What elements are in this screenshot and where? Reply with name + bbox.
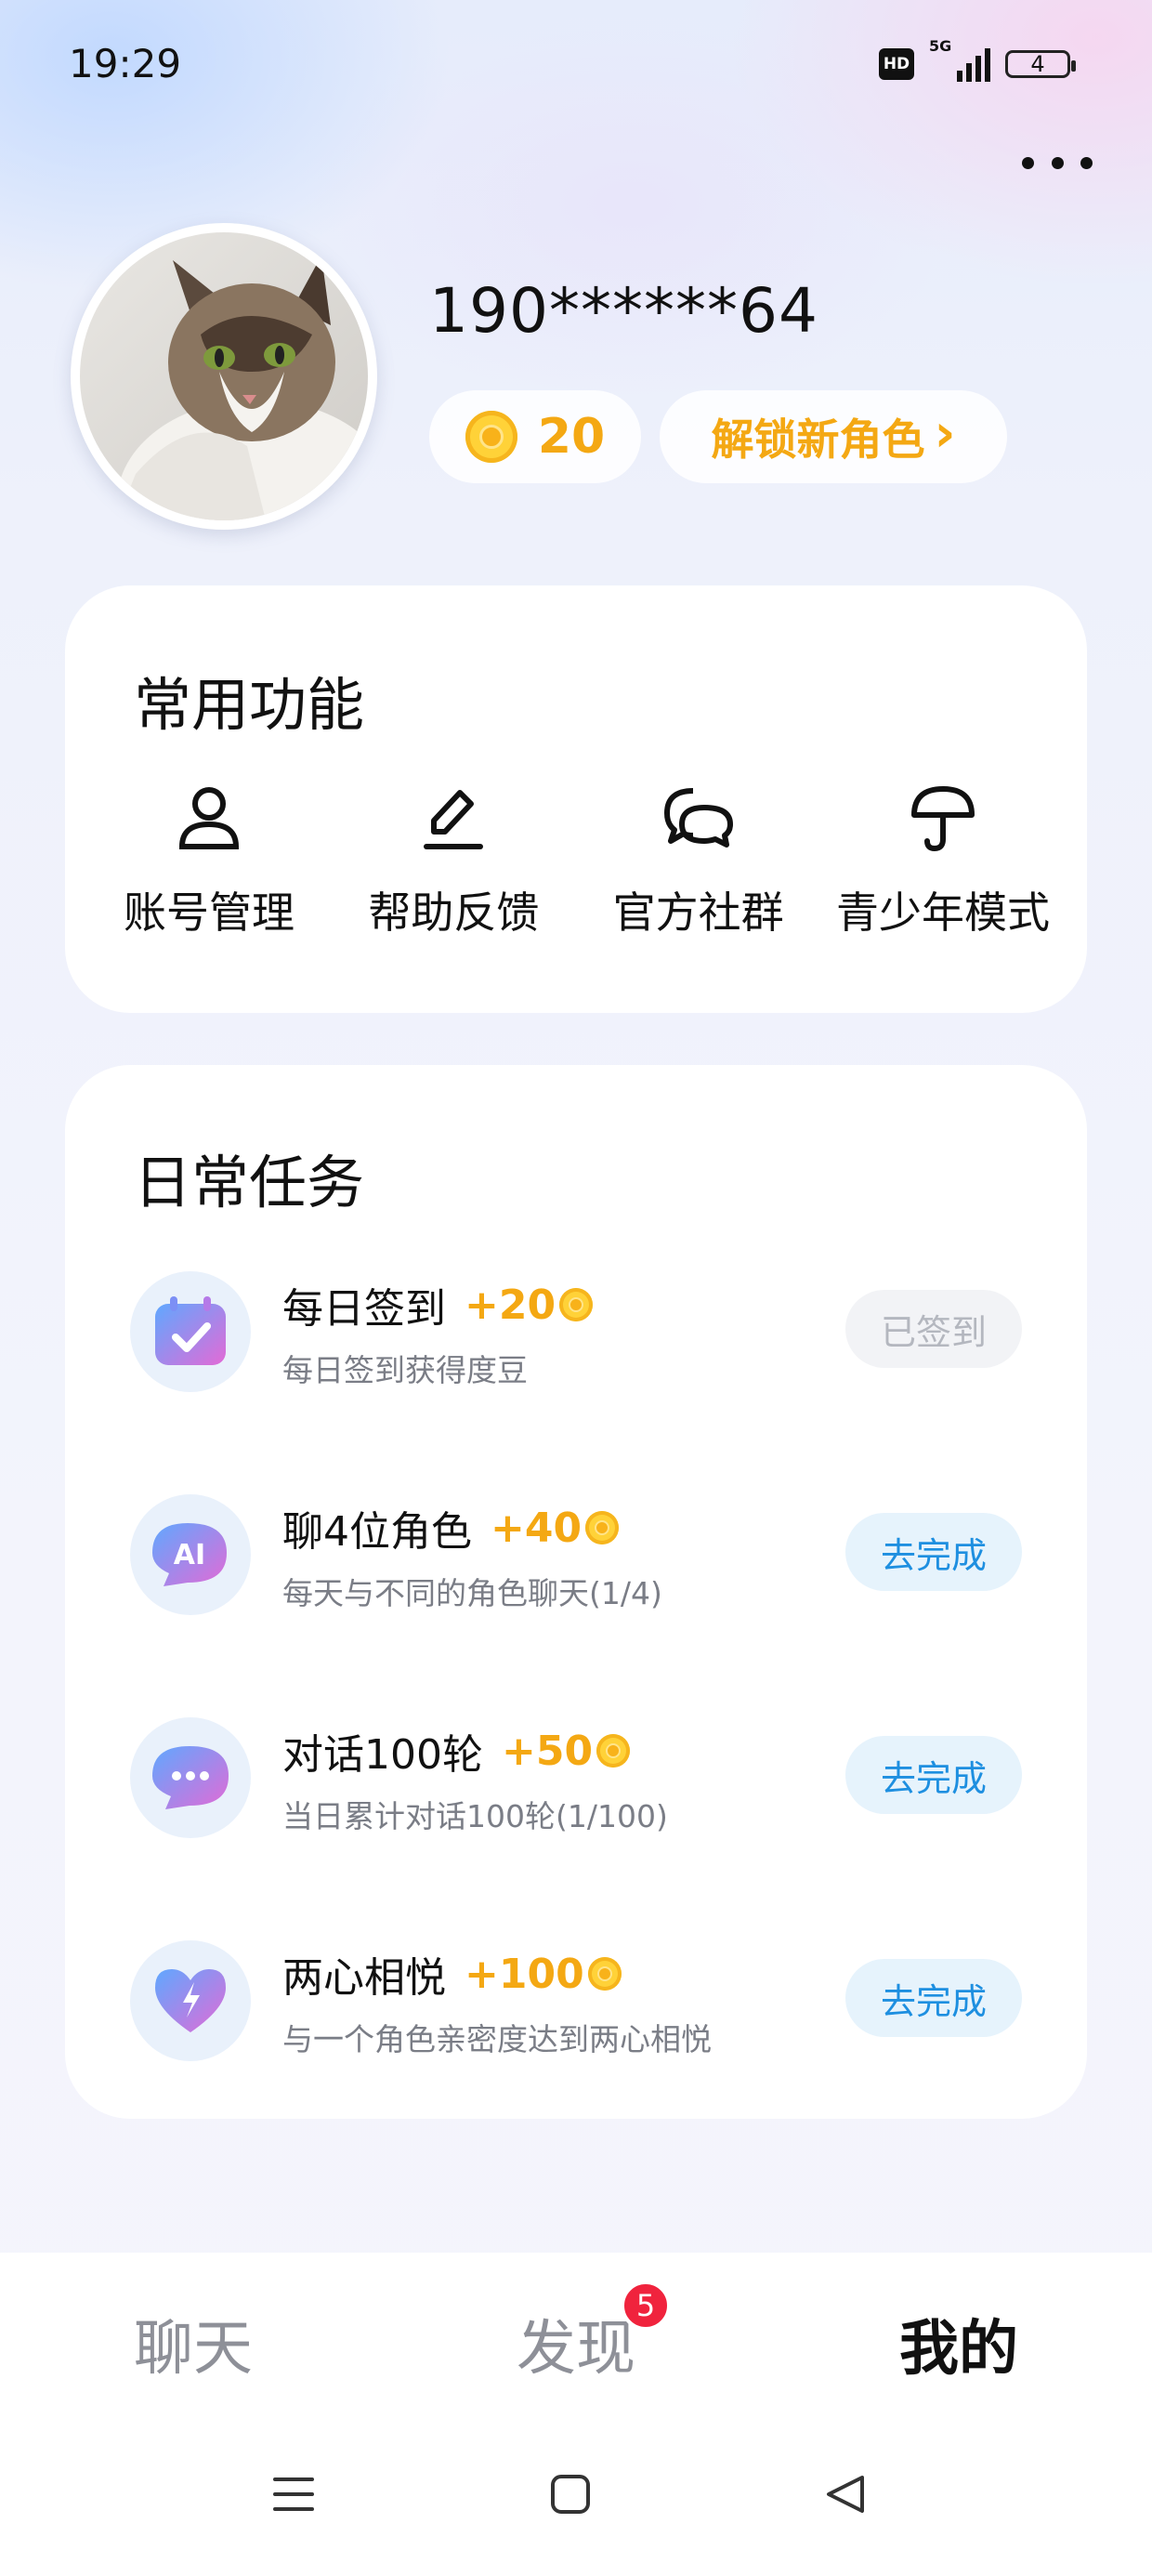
task-reward: +40 xyxy=(491,1504,583,1552)
avatar[interactable] xyxy=(71,223,377,530)
go-complete-button[interactable]: 去完成 xyxy=(845,1513,1022,1591)
bottom-navigation: 聊天 发现 5 我的 xyxy=(0,2253,1152,2576)
tab-mine[interactable]: 我的 xyxy=(899,2301,1018,2386)
teen-mode-button[interactable]: 青少年模式 xyxy=(836,781,1050,940)
more-options-button[interactable] xyxy=(1022,139,1093,186)
signal-icon: 5G xyxy=(929,37,990,82)
daily-tasks-card: 日常任务 每日签到 +20 每日签到获得度豆 已签到 AI 聊4位角色 +40 … xyxy=(65,1065,1087,2119)
tab-chat[interactable]: 聊天 xyxy=(134,2301,253,2386)
ai-chat-icon: AI xyxy=(130,1494,251,1615)
official-community-button[interactable]: 官方社群 xyxy=(592,781,805,940)
status-time: 19:29 xyxy=(69,41,182,86)
task-title: 两心相悦 xyxy=(282,1954,446,2002)
go-complete-button[interactable]: 去完成 xyxy=(845,1736,1022,1814)
back-icon[interactable] xyxy=(818,2466,873,2522)
function-label: 帮助反馈 xyxy=(368,887,540,938)
task-reward: +20 xyxy=(465,1281,556,1329)
tab-discover[interactable]: 发现 xyxy=(517,2301,635,2386)
function-grid: 账号管理 帮助反馈 官方社群 青少年模式 xyxy=(102,781,1050,940)
coin-icon xyxy=(587,1957,622,1991)
task-description: 当日累计对话100轮(1/100) xyxy=(282,1798,668,1834)
svg-text:AI: AI xyxy=(174,1539,205,1571)
coin-balance[interactable]: 20 xyxy=(429,390,641,483)
more-dot-icon xyxy=(1022,156,1034,169)
task-item: 对话100轮 +50 当日累计对话100轮(1/100) 去完成 xyxy=(130,1712,1022,1842)
task-description: 与一个角色亲密度达到两心相悦 xyxy=(282,2021,712,2057)
coin-icon xyxy=(585,1511,620,1544)
status-icons: HD 5G 4 xyxy=(879,37,1076,82)
status-bar: 19:29 HD 5G 4 xyxy=(0,0,1152,139)
battery-icon: 4 xyxy=(1005,50,1076,78)
username: 190******64 xyxy=(429,275,818,347)
signed-in-button[interactable]: 已签到 xyxy=(845,1290,1022,1368)
task-item: 每日签到 +20 每日签到获得度豆 已签到 xyxy=(130,1266,1022,1396)
chevron-right-icon: › xyxy=(934,403,956,464)
go-complete-button[interactable]: 去完成 xyxy=(845,1959,1022,2037)
task-reward: +50 xyxy=(501,1727,594,1775)
help-feedback-button[interactable]: 帮助反馈 xyxy=(347,781,560,940)
user-icon xyxy=(172,781,246,855)
unlock-role-button[interactable]: 解锁新角色 › xyxy=(660,390,1007,483)
task-item: AI 聊4位角色 +40 每天与不同的角色聊天(1/4) 去完成 xyxy=(130,1489,1022,1619)
cat-avatar-image xyxy=(80,232,368,520)
calendar-check-icon xyxy=(130,1271,251,1392)
menu-icon[interactable] xyxy=(266,2466,321,2522)
task-item: 两心相悦 +100 与一个角色亲密度达到两心相悦 去完成 xyxy=(130,1935,1022,2065)
unlock-role-label: 解锁新角色 xyxy=(711,414,925,465)
task-reward: +100 xyxy=(465,1950,584,1998)
function-label: 青少年模式 xyxy=(835,887,1050,938)
home-icon[interactable] xyxy=(543,2466,598,2522)
coin-icon xyxy=(596,1734,631,1768)
umbrella-icon xyxy=(906,781,980,855)
chat-dots-icon xyxy=(130,1717,251,1838)
pen-icon xyxy=(416,781,491,855)
notification-badge: 5 xyxy=(621,2280,671,2331)
section-title: 日常任务 xyxy=(134,1149,365,1216)
network-label: 5G xyxy=(929,37,952,55)
more-dot-icon xyxy=(1051,156,1064,169)
function-label: 官方社群 xyxy=(612,887,784,938)
system-navigation-bar xyxy=(0,2466,1152,2541)
task-description: 每日签到获得度豆 xyxy=(282,1352,528,1388)
function-label: 账号管理 xyxy=(124,887,295,938)
heart-bolt-icon xyxy=(130,1940,251,2061)
coin-icon xyxy=(559,1288,594,1321)
more-dot-icon xyxy=(1080,156,1093,169)
coin-icon xyxy=(465,411,517,463)
task-title: 聊4位角色 xyxy=(282,1508,472,1556)
chat-bubbles-icon xyxy=(661,781,736,855)
task-title: 每日签到 xyxy=(282,1285,446,1333)
account-management-button[interactable]: 账号管理 xyxy=(102,781,316,940)
task-description: 每天与不同的角色聊天(1/4) xyxy=(282,1575,662,1611)
section-title: 常用功能 xyxy=(134,671,365,739)
task-title: 对话100轮 xyxy=(282,1731,483,1779)
hd-icon: HD xyxy=(879,48,914,80)
common-functions-card: 常用功能 账号管理 帮助反馈 官方社群 青少年模式 xyxy=(65,585,1087,1013)
coin-count: 20 xyxy=(537,409,606,465)
